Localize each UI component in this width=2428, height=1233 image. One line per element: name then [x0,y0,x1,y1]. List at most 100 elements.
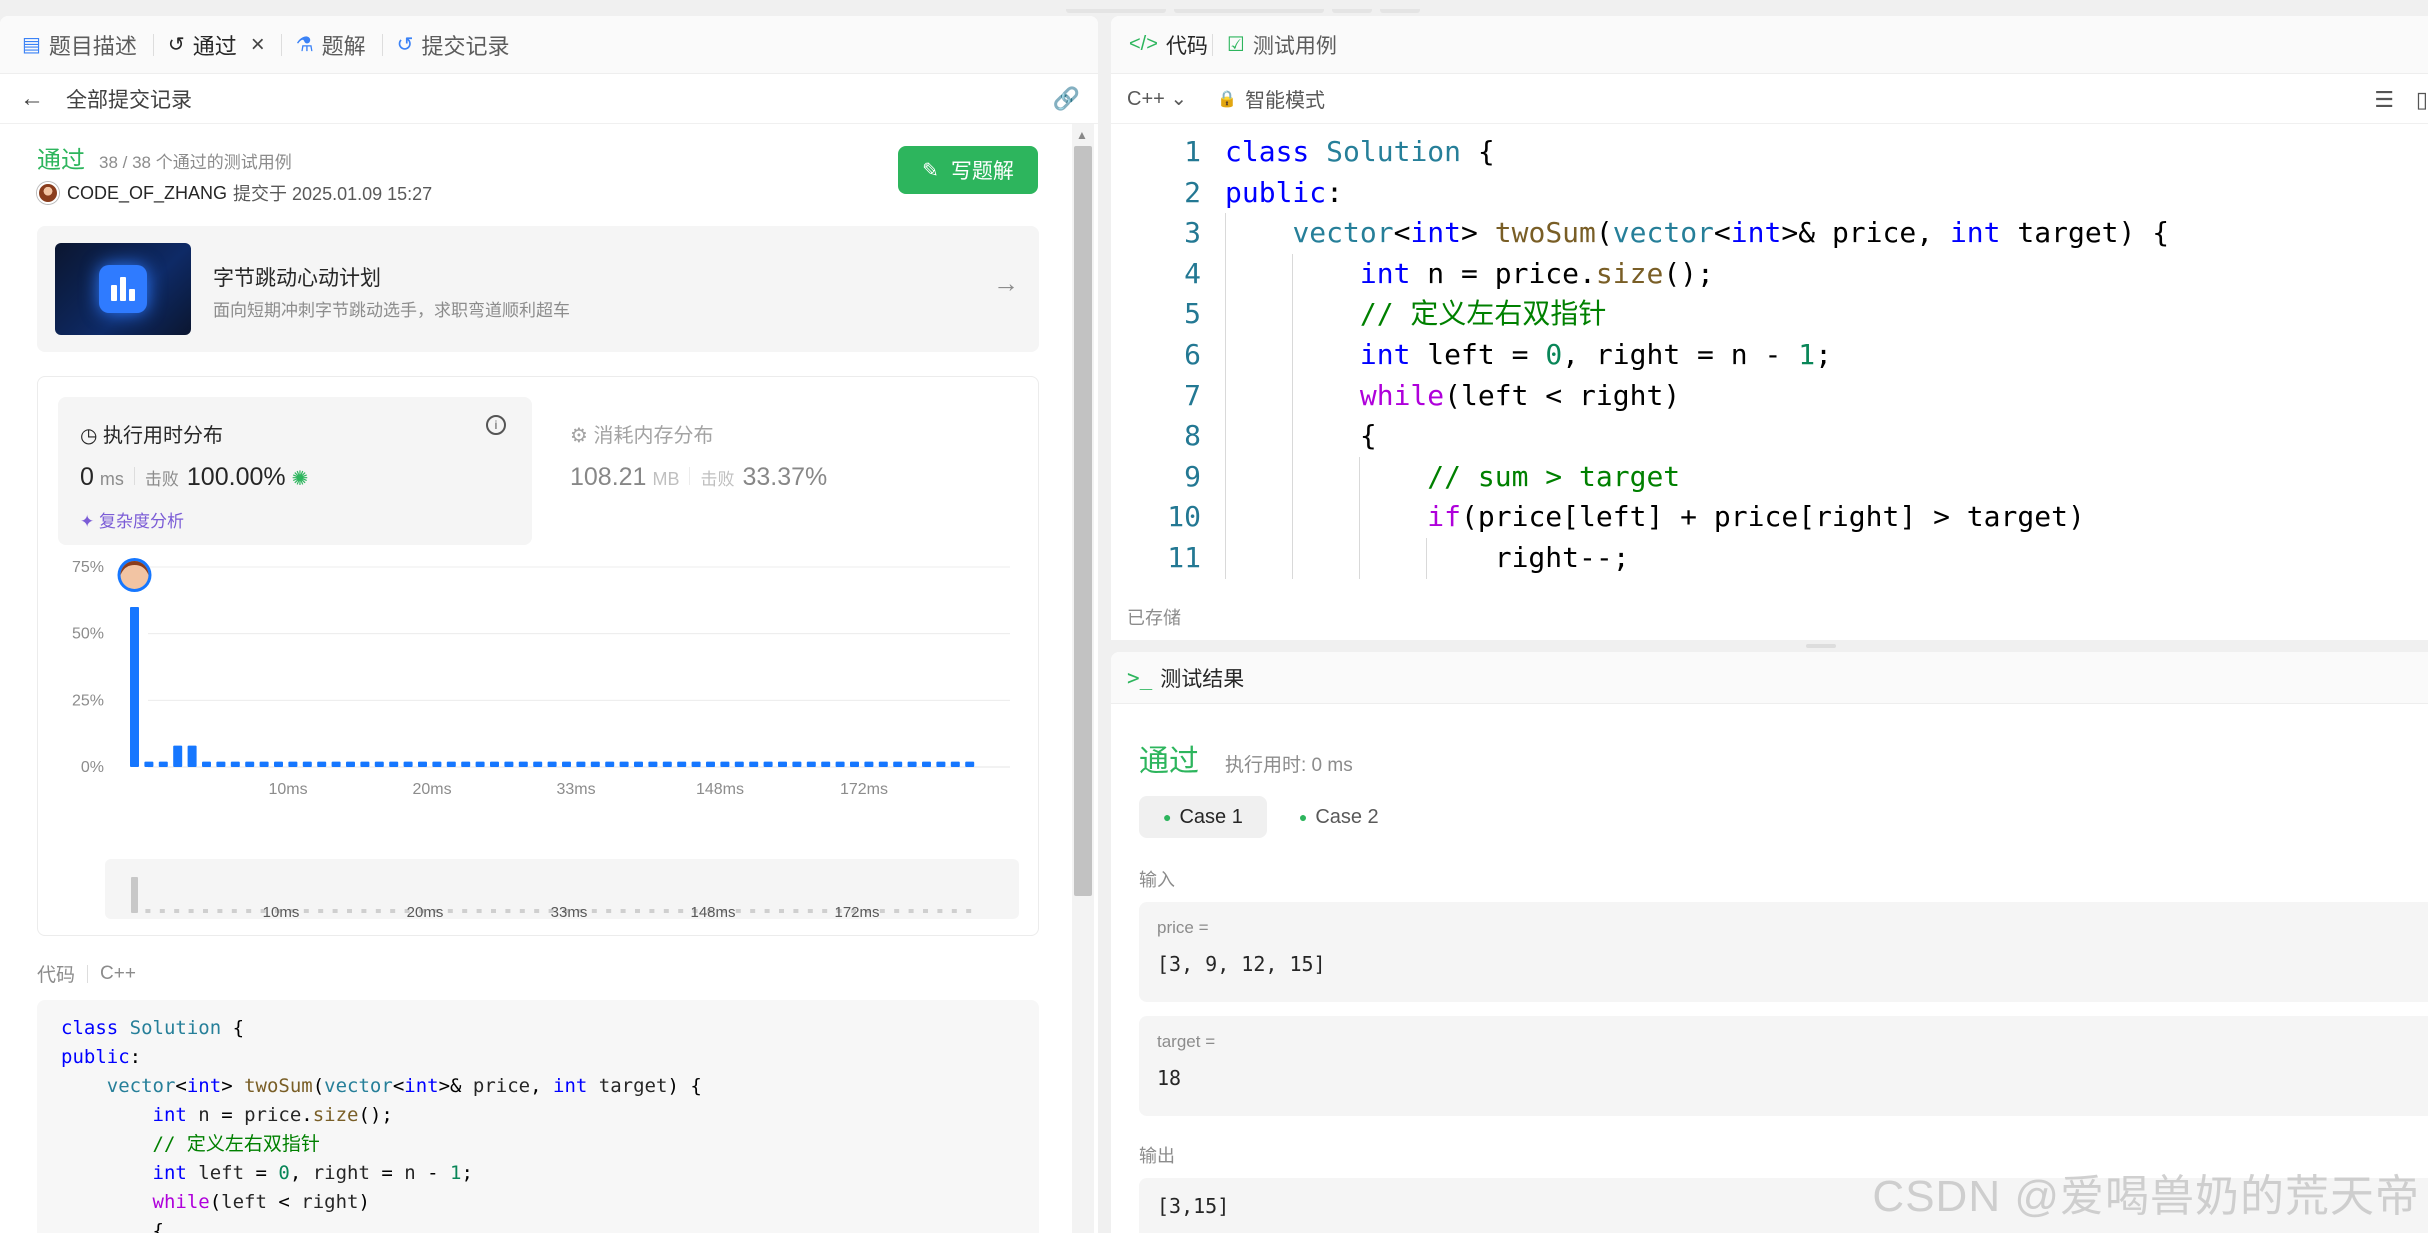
distribution-panel: ◷ 执行用时分布 i 0 ms 击败 100.00% ✺ ✦ 复杂度分析 ⚙ 消… [37,376,1039,936]
code-line[interactable]: 6 int left = 0, right = n - 1; [1111,334,2428,376]
range-bar [347,909,352,913]
bar [518,761,528,767]
bar [245,761,255,767]
bar [821,761,831,767]
range-bar [764,909,770,913]
app-root: ▤ 题目描述 ↺ 通过 × ⚗ 题解 ↺ 提交记录 ← 全部提交记录 🔗 ▲ 通过 38 … [0,0,2428,1233]
bar [835,761,845,767]
scroll-thumb[interactable] [1074,146,1092,896]
range-bar [879,909,885,913]
code-line[interactable]: 5 // 定义左右双指针 [1111,294,2428,335]
language-select[interactable]: C++ ⌄ [1127,86,1187,111]
scroll-up-icon[interactable]: ▲ [1076,128,1088,142]
bar [965,761,975,767]
tab-divider [1211,33,1213,56]
tab-submissions[interactable]: ↺ 提交记录 [397,29,510,61]
format-icon[interactable]: ☰ [2374,87,2394,113]
line-number: 4 [1184,256,1201,290]
range-bar [807,909,813,913]
username[interactable]: CODE_OF_ZHANG [67,183,227,204]
bar [648,761,658,767]
code-line[interactable]: 2 public: [1111,173,2428,214]
tab-solutions[interactable]: ⚗ 题解 [296,29,366,61]
range-tick-label: 148ms [690,904,735,919]
line-number: 8 [1184,419,1201,453]
range-bar [663,909,669,913]
bar [893,761,903,767]
top-faint-tabs [1066,0,1446,13]
line-number: 3 [1184,216,1201,250]
range-bar [505,909,511,913]
bar [461,761,471,767]
avatar[interactable] [37,182,59,204]
beat-label: 击败 [144,470,179,489]
panel-splitter[interactable] [1806,644,1836,648]
case-tab-1[interactable]: ● Case 1 [1139,796,1267,838]
code-line[interactable]: 9 // sum > target [1111,456,2428,498]
line-number: 10 [1167,500,1201,534]
bar [230,761,240,767]
code-preview[interactable]: class Solution { public: vector<int> two… [37,1000,1039,1233]
beat-label: 击败 [700,470,735,489]
line-number: 9 [1184,459,1201,493]
arrow-right-icon[interactable]: → [993,268,1019,299]
editor-toolbar: C++ ⌄ 🔒 智能模式 ☰ ▯ [1111,74,2428,124]
tab-description[interactable]: ▤ 题目描述 [22,29,137,61]
range-bar [188,909,194,913]
code-text: right--; [1494,540,1630,574]
range-bar [620,909,626,913]
memory-card[interactable]: ⚙ 消耗内存分布 108.21 MB 击败 33.37% [570,397,1010,545]
range-bar [476,909,482,913]
code-text: int left = 0, right = n - 1; [1359,337,1832,371]
tab-testcase[interactable]: ☑ 测试用例 [1227,30,1337,60]
code-line[interactable]: 1 class Solution { [1111,132,2428,173]
promo-banner[interactable]: 字节跳动心动计划 面向短期冲刺字节跳动选手，求职弯道顺利超车 → [37,226,1039,352]
info-icon[interactable]: i [486,415,506,435]
range-slider[interactable]: 10ms 20ms 33ms 148ms 172ms [105,859,1019,919]
smart-mode[interactable]: 智能模式 [1245,84,1325,113]
code-editor[interactable]: 1 class Solution {2 public: 3 vector<int> t… [1111,132,2428,592]
line-number: 1 [1184,135,1201,168]
runtime-card[interactable]: ◷ 执行用时分布 i 0 ms 击败 100.00% ✺ ✦ 复杂度分析 [58,397,532,545]
memory-unit: MB [652,469,680,489]
bar [432,761,442,767]
code-text: while(left < right) [1359,378,1681,412]
result-tab[interactable]: >_ 测试结果 [1111,652,2428,704]
memory-title: ⚙ 消耗内存分布 [570,425,714,447]
range-bar [519,909,525,913]
code-line[interactable]: 7 while(left < right) [1111,375,2428,417]
close-icon[interactable]: × [251,31,265,59]
code-line[interactable]: 10 if(price[left] + price[right] > targe… [1111,497,2428,538]
bar [533,761,543,767]
code-line[interactable]: 4 int n = price.size(); [1111,253,2428,295]
code-line[interactable]: 8 { [1111,416,2428,457]
tab-code[interactable]: </> 代码 [1129,30,1208,60]
range-bar [203,909,208,913]
y-tick-label: 25% [72,692,104,709]
range-bar [923,909,928,913]
range-bar [491,909,496,913]
bookmark-icon[interactable]: ▯ [2416,87,2428,113]
line-number: 11 [1167,540,1201,574]
x-tick-label: 10ms [268,781,307,798]
code-text: int n = price.size(); [1359,256,1714,290]
bar [288,761,298,767]
bar [662,761,672,767]
left-scrollbar[interactable]: ▲ [1072,124,1094,1233]
code-header: 代码 C++ [37,962,136,987]
all-submissions-link[interactable]: 全部提交记录 [66,84,192,114]
complexity-analysis-link[interactable]: ✦ 复杂度分析 [80,507,184,532]
line-number: 2 [1184,175,1201,209]
bar [763,761,773,767]
case-tab-2[interactable]: ● Case 2 [1275,796,1403,838]
bar [302,761,312,767]
code-line[interactable]: 3 vector<int> twoSum(vector<int>& price,… [1111,213,2428,254]
write-solution-button[interactable]: ✎ 写题解 [898,146,1038,194]
y-tick-label: 50% [72,626,104,643]
tab-accepted[interactable]: ↺ 通过 × [168,29,265,61]
runtime-chart[interactable]: 75% 50% 25% 0% 10ms 20ms 33ms 148ms 172ms [38,557,1040,817]
case-tabs: ● Case 1 ● Case 2 [1139,796,1411,838]
back-arrow-icon[interactable]: ← [20,85,44,113]
code-line[interactable]: 11 right--; [1111,537,2428,579]
link-icon[interactable]: 🔗 [1053,86,1080,112]
